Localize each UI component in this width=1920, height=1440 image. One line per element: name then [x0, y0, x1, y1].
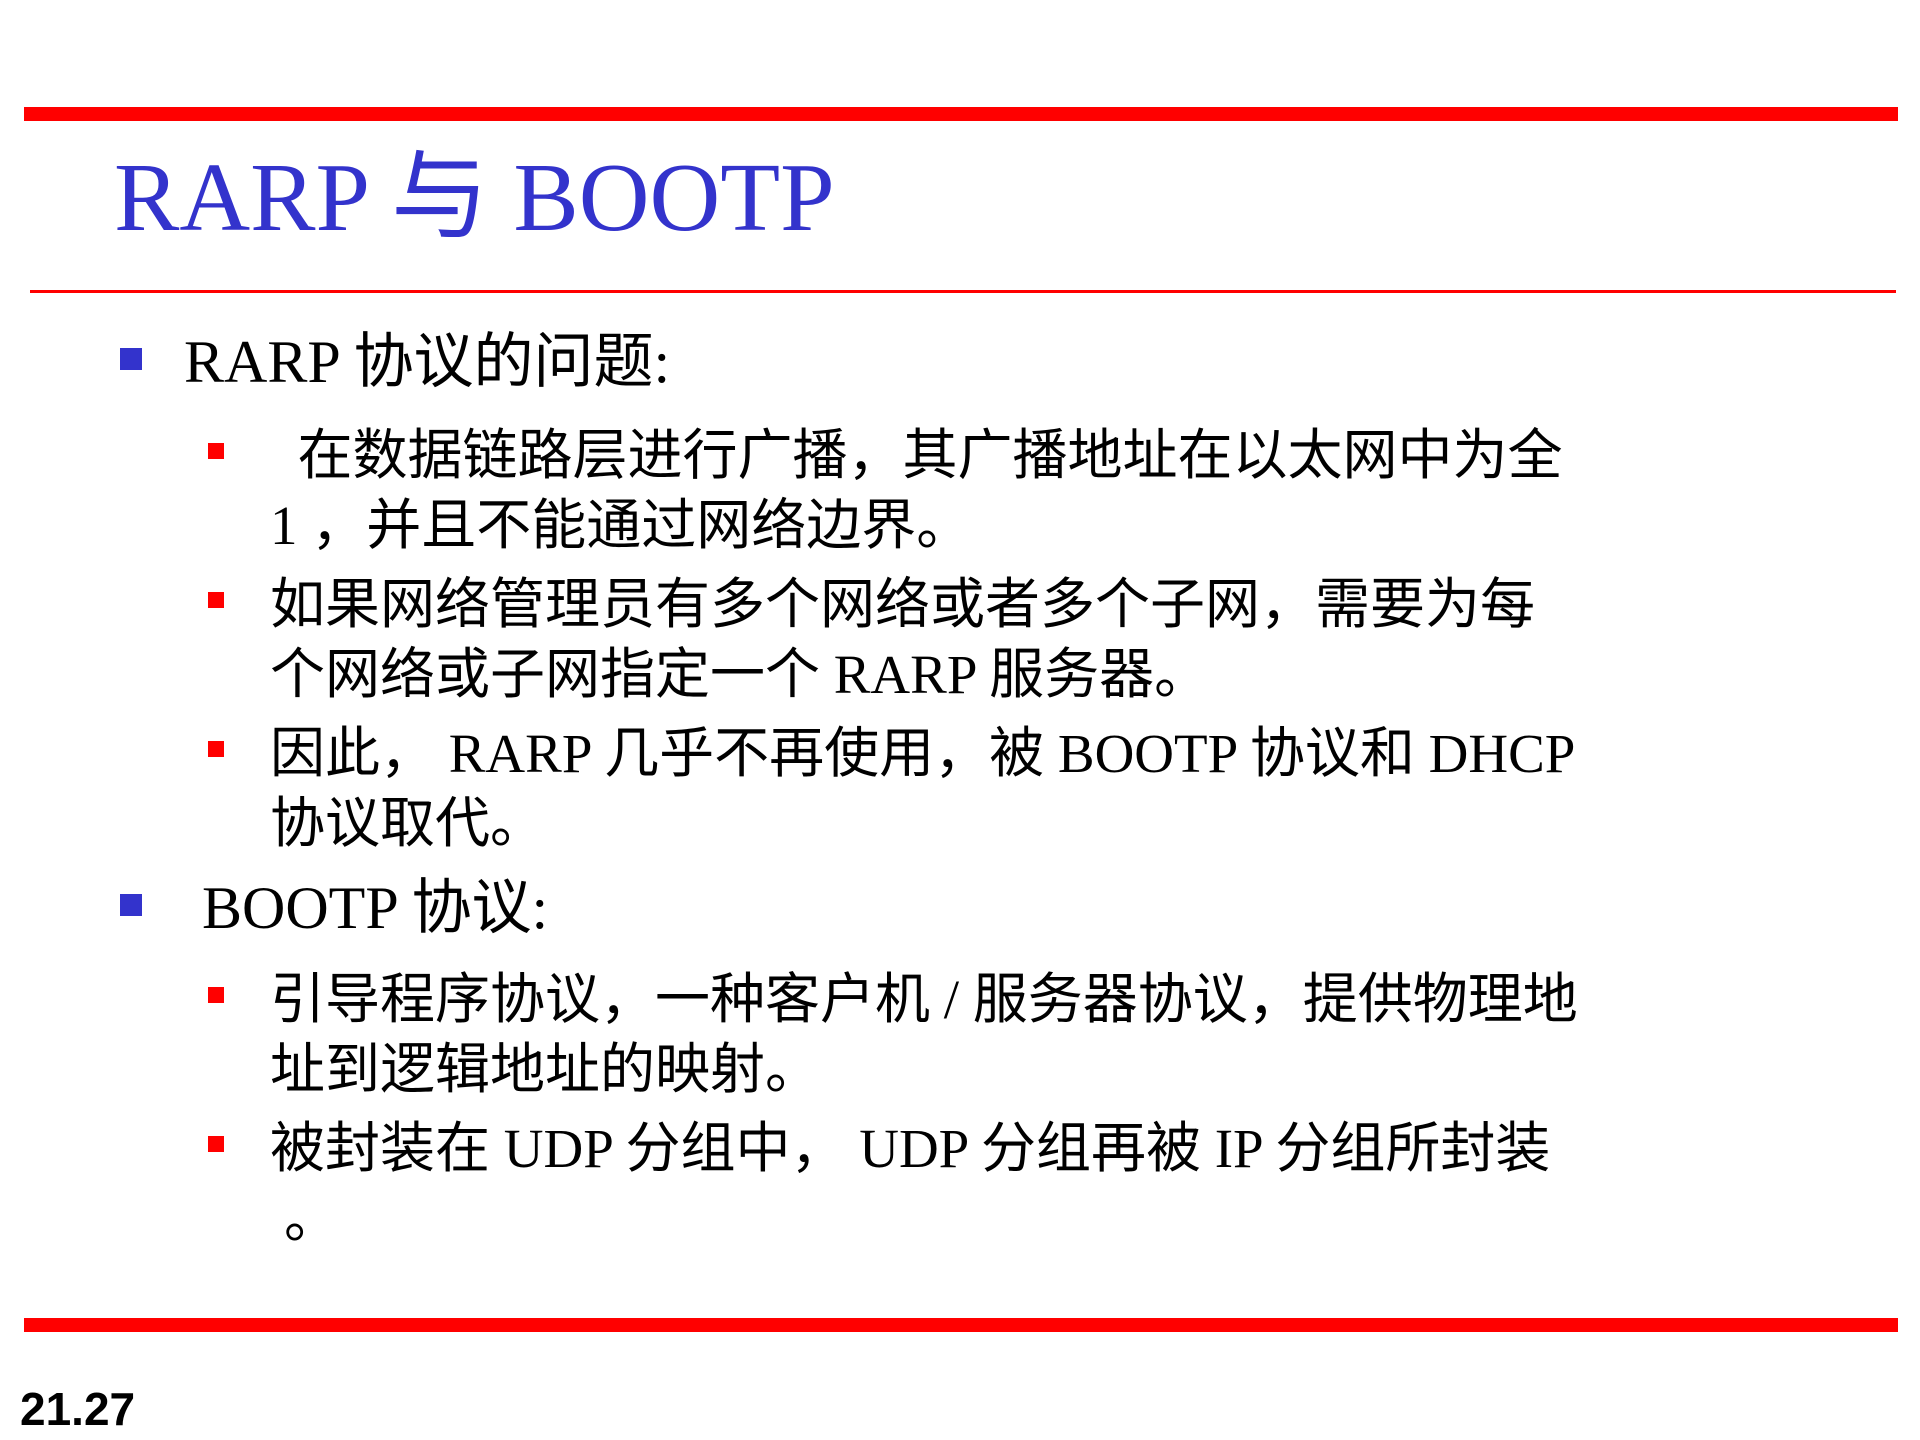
level2-bullet-icon — [208, 443, 224, 459]
list-item-text: 如果网络管理员有多个网络或者多个子网，需要为每 个网络或子网指定一个 RARP … — [270, 570, 1770, 710]
list-item-line: 1 ，并且不能通过网络边界。 — [270, 495, 972, 556]
title-underline-rule — [30, 290, 1896, 293]
slide-title: RARP 与 BOOTP — [114, 144, 835, 252]
level2-bullet-icon — [208, 1136, 224, 1152]
level2-bullet-icon — [208, 987, 224, 1003]
list-item-line: 因此， RARP 几乎不再使用，被 BOOTP 协议和 DHCP — [270, 723, 1576, 784]
list-item-text: 在数据链路层进行广播，其广播地址在以太网中为全 1 ，并且不能通过网络边界。 — [270, 421, 1770, 561]
level1-bullet-icon — [120, 894, 142, 916]
list-item-text: 引导程序协议，一种客户机 / 服务器协议，提供物理地 址到逻辑地址的映射。 — [270, 965, 1770, 1105]
level2-bullet-icon — [208, 592, 224, 608]
section-heading: RARP 协议的问题: — [184, 329, 671, 395]
list-item-text: 被封装在 UDP 分组中， UDP 分组再被 IP 分组所封装 。 — [270, 1114, 1770, 1254]
section-heading: BOOTP 协议: — [202, 875, 549, 941]
list-item-line: 如果网络管理员有多个网络或者多个子网，需要为每 — [270, 574, 1536, 635]
list-item-line: 被封装在 UDP 分组中， UDP 分组再被 IP 分组所封装 — [270, 1118, 1551, 1179]
list-item-line: 址到逻辑地址的映射。 — [270, 1039, 821, 1100]
bottom-rule — [24, 1318, 1898, 1332]
list-item-line: 。 — [284, 1188, 340, 1249]
level2-bullet-icon — [208, 741, 224, 757]
top-rule — [24, 107, 1898, 121]
page-number: 21.27 — [20, 1383, 136, 1435]
slide: RARP 与 BOOTP RARP 协议的问题: 在数据链路层进行广播，其广播地… — [0, 0, 1920, 1440]
list-item-line: 个网络或子网指定一个 RARP 服务器。 — [270, 644, 1210, 705]
list-item-line: 协议取代。 — [270, 793, 546, 854]
list-item-line: 引导程序协议，一种客户机 / 服务器协议，提供物理地 — [270, 969, 1578, 1030]
level1-bullet-icon — [120, 348, 142, 370]
list-item-line: 在数据链路层进行广播，其广播地址在以太网中为全 — [270, 425, 1563, 486]
list-item-text: 因此， RARP 几乎不再使用，被 BOOTP 协议和 DHCP 协议取代。 — [270, 719, 1770, 859]
